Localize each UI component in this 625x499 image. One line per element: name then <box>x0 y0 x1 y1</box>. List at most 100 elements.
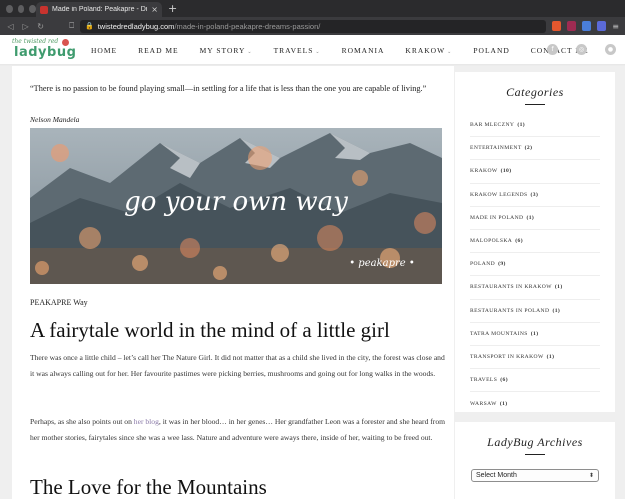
back-icon[interactable]: ◁ <box>6 22 15 31</box>
nav-romania[interactable]: ROMANIA <box>342 46 385 55</box>
section-heading: A fairytale world in the mind of a littl… <box>30 318 390 342</box>
category-item[interactable]: TATRA MOUNTAINS (1) <box>470 323 600 346</box>
categories-title: Categories <box>506 85 564 99</box>
nav-label: HOME <box>91 45 118 55</box>
user-icon[interactable]: ● <box>605 44 616 55</box>
browser-tab[interactable]: Made in Poland: Peakapre - Dreams × <box>36 2 162 17</box>
section-heading: The Love for the Mountains <box>30 475 267 499</box>
category-item[interactable]: MALOPOLSKA (6) <box>470 230 600 254</box>
extension-icon[interactable] <box>597 21 607 31</box>
reload-icon[interactable]: ↻ <box>36 22 45 31</box>
category-item[interactable]: KRAKOW LEGENDS (3) <box>470 184 600 207</box>
brave-rewards-icon[interactable] <box>567 21 577 31</box>
category-item[interactable]: TRANSPORT IN KRAKOW (1) <box>470 346 600 370</box>
url-host: twistedredladybug.com <box>97 21 175 31</box>
category-count: (10) <box>500 168 512 175</box>
category-item[interactable]: RESTAURANTS IN POLAND (1) <box>470 300 600 323</box>
article: “There is no passion to be found playing… <box>12 66 454 499</box>
category-count: (6) <box>515 238 523 245</box>
category-count: (9) <box>498 261 506 268</box>
nav-travels[interactable]: TRAVELS ⌄ <box>274 46 321 55</box>
category-item[interactable]: BAR MLECZNY (1) <box>470 114 600 138</box>
social-links: f ◎ ● <box>547 44 616 55</box>
browser-toolbar: ◁ ▷ ↻ ⎕ 🔒 twistedredladybug.com/made-in-… <box>0 17 625 35</box>
category-name: TRANSPORT IN KRAKOW <box>470 353 544 360</box>
browser-menu-icon[interactable]: ≡ <box>612 22 619 31</box>
zoom-window-button[interactable] <box>29 4 37 13</box>
category-count: (3) <box>530 191 539 198</box>
main-nav: HOME READ ME MY STORY ⌄ TRAVELS ⌄ ROMANIA … <box>91 35 610 65</box>
chevron-down-icon: ⌄ <box>447 49 453 55</box>
category-name: POLAND <box>470 261 496 268</box>
nav-poland[interactable]: POLAND <box>473 46 509 55</box>
category-name: RESTAURANTS IN KRAKOW <box>470 284 552 291</box>
category-name: MALOPOLSKA <box>470 238 513 245</box>
archive-month-select[interactable]: Select Month ⬍ <box>471 469 599 482</box>
category-list: BAR MLECZNY (1) ENTERTAINMENT (2) KRAKOW (1… <box>455 114 615 415</box>
category-count: (1) <box>530 330 539 337</box>
nav-label: TRAVELS <box>273 45 314 55</box>
category-count: (1) <box>526 214 535 221</box>
nav-read-me[interactable]: READ ME <box>138 46 179 55</box>
chevron-down-icon: ⌄ <box>247 49 253 55</box>
category-name: KRAKOW LEGENDS <box>470 191 528 198</box>
category-name: TATRA MOUNTAINS <box>470 330 528 337</box>
archives-title: LadyBug Archives <box>487 435 583 449</box>
lock-icon: 🔒 <box>85 22 94 30</box>
facebook-icon[interactable]: f <box>547 44 558 55</box>
chevron-down-icon: ⌄ <box>315 49 321 55</box>
logo-wordmark: ladybug <box>14 45 77 60</box>
nav-label: ROMANIA <box>341 45 385 55</box>
site-logo[interactable]: the twisted red ladybug <box>10 37 77 63</box>
quote-text: “There is no passion to be found playing… <box>30 84 427 93</box>
category-count: (1) <box>554 284 563 291</box>
quote-attribution: Nelson Mandela <box>30 115 80 124</box>
title-divider <box>525 454 545 455</box>
category-name: TRAVELS <box>470 377 498 384</box>
title-divider <box>525 104 545 105</box>
nav-home[interactable]: HOME <box>91 46 117 55</box>
logo-tagline: the twisted red <box>12 38 59 45</box>
hero-overlay-text: go your own way <box>124 187 348 217</box>
translate-extension-icon[interactable] <box>582 21 592 31</box>
forward-icon[interactable]: ▷ <box>21 22 30 31</box>
category-name: RESTAURANTS IN POLAND <box>470 307 550 314</box>
paragraph-text: Perhaps, as she also points out on <box>30 417 134 426</box>
category-name: WARSAW <box>470 400 497 407</box>
browser-titlebar: Made in Poland: Peakapre - Dreams × + <box>0 0 625 17</box>
instagram-icon[interactable]: ◎ <box>576 44 587 55</box>
category-item[interactable]: WARSAW (1) <box>470 392 600 415</box>
address-bar[interactable]: 🔒 twistedredladybug.com/made-in-poland-p… <box>80 19 546 33</box>
favicon-icon <box>40 5 48 14</box>
category-item[interactable]: KRAKOW (10) <box>470 160 600 184</box>
image-caption: PEAKAPRE Way <box>30 298 88 307</box>
nav-label: MY STORY <box>199 45 246 55</box>
paragraph: There was once a little child – let’s ca… <box>30 353 445 378</box>
close-tab-icon[interactable]: × <box>151 5 158 14</box>
nav-my-story[interactable]: MY STORY ⌄ <box>200 46 253 55</box>
her-blog-link[interactable]: her blog <box>134 417 159 426</box>
nav-label: KRAKOW <box>405 45 446 55</box>
category-count: (1) <box>499 400 508 407</box>
page-body: “There is no passion to be found playing… <box>0 66 625 499</box>
category-item[interactable]: MADE IN POLAND (1) <box>470 207 600 230</box>
window-controls <box>0 4 37 13</box>
nav-krakow[interactable]: KRAKOW ⌄ <box>405 46 452 55</box>
category-item[interactable]: POLAND (9) <box>470 253 600 277</box>
category-item[interactable]: ENTERTAINMENT (2) <box>470 137 600 161</box>
category-name: BAR MLECZNY <box>470 122 515 129</box>
new-tab-button[interactable]: + <box>168 2 177 15</box>
bookmark-icon[interactable]: ⎕ <box>69 21 74 31</box>
minimize-window-button[interactable] <box>17 4 25 13</box>
archives-widget: LadyBug Archives Select Month ⬍ <box>455 422 615 499</box>
category-count: (2) <box>524 145 533 152</box>
hero-image[interactable]: go your own way • peakapre • <box>30 128 442 284</box>
select-arrows-icon: ⬍ <box>588 473 594 479</box>
nav-label: READ ME <box>138 45 179 55</box>
close-window-button[interactable] <box>6 4 13 13</box>
tab-title: Made in Poland: Peakapre - Dreams <box>52 6 147 13</box>
brave-shields-icon[interactable] <box>552 21 562 31</box>
category-item[interactable]: TRAVELS (6) <box>470 369 600 393</box>
category-name: KRAKOW <box>470 168 498 175</box>
category-item[interactable]: RESTAURANTS IN KRAKOW (1) <box>470 276 600 300</box>
